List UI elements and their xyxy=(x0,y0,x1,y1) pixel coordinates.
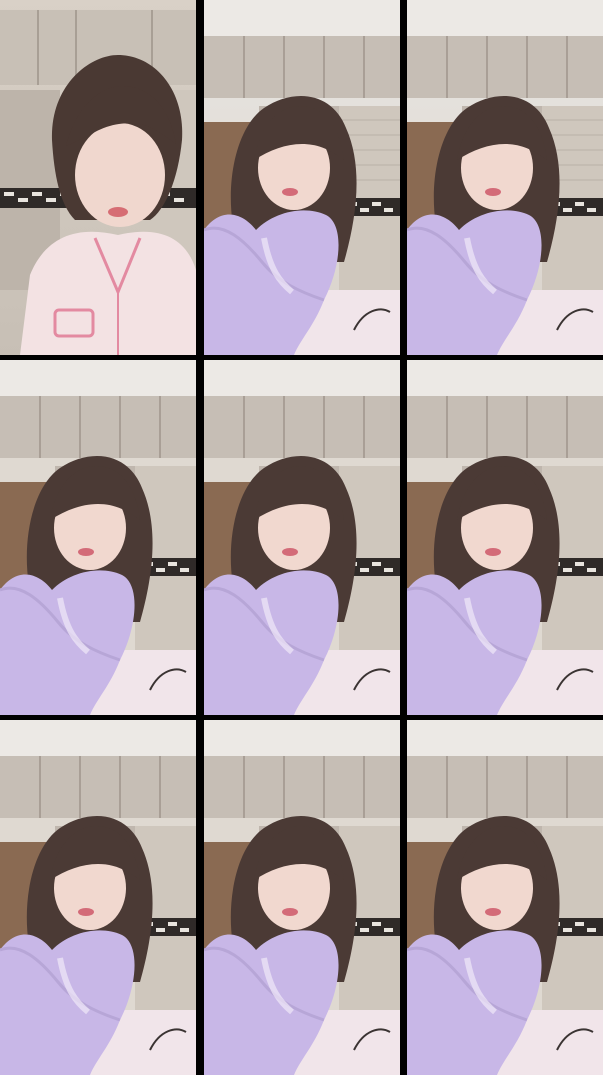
video-thumbnail[interactable] xyxy=(203,0,400,355)
thumbnail-image-lavender-cardigan xyxy=(203,720,400,1075)
thumbnail-image-lavender-cardigan xyxy=(0,360,196,715)
video-thumbnail[interactable] xyxy=(0,0,196,355)
thumbnail-image-lavender-cardigan xyxy=(203,360,400,715)
thumbnail-image-lavender-cardigan xyxy=(407,0,603,355)
video-thumbnail[interactable] xyxy=(407,0,603,355)
video-thumbnail[interactable] xyxy=(407,720,603,1075)
thumbnail-image-lavender-cardigan xyxy=(0,720,196,1075)
thumbnail-image-lavender-cardigan xyxy=(203,0,400,355)
video-thumbnail-grid xyxy=(0,0,603,1075)
video-thumbnail[interactable] xyxy=(203,720,400,1075)
video-thumbnail[interactable] xyxy=(203,360,400,715)
thumbnail-image-pink-pajamas xyxy=(0,0,196,355)
video-thumbnail[interactable] xyxy=(407,360,603,715)
video-thumbnail[interactable] xyxy=(0,720,196,1075)
thumbnail-image-lavender-cardigan xyxy=(407,360,603,715)
video-thumbnail[interactable] xyxy=(0,360,196,715)
thumbnail-image-lavender-cardigan xyxy=(407,720,603,1075)
